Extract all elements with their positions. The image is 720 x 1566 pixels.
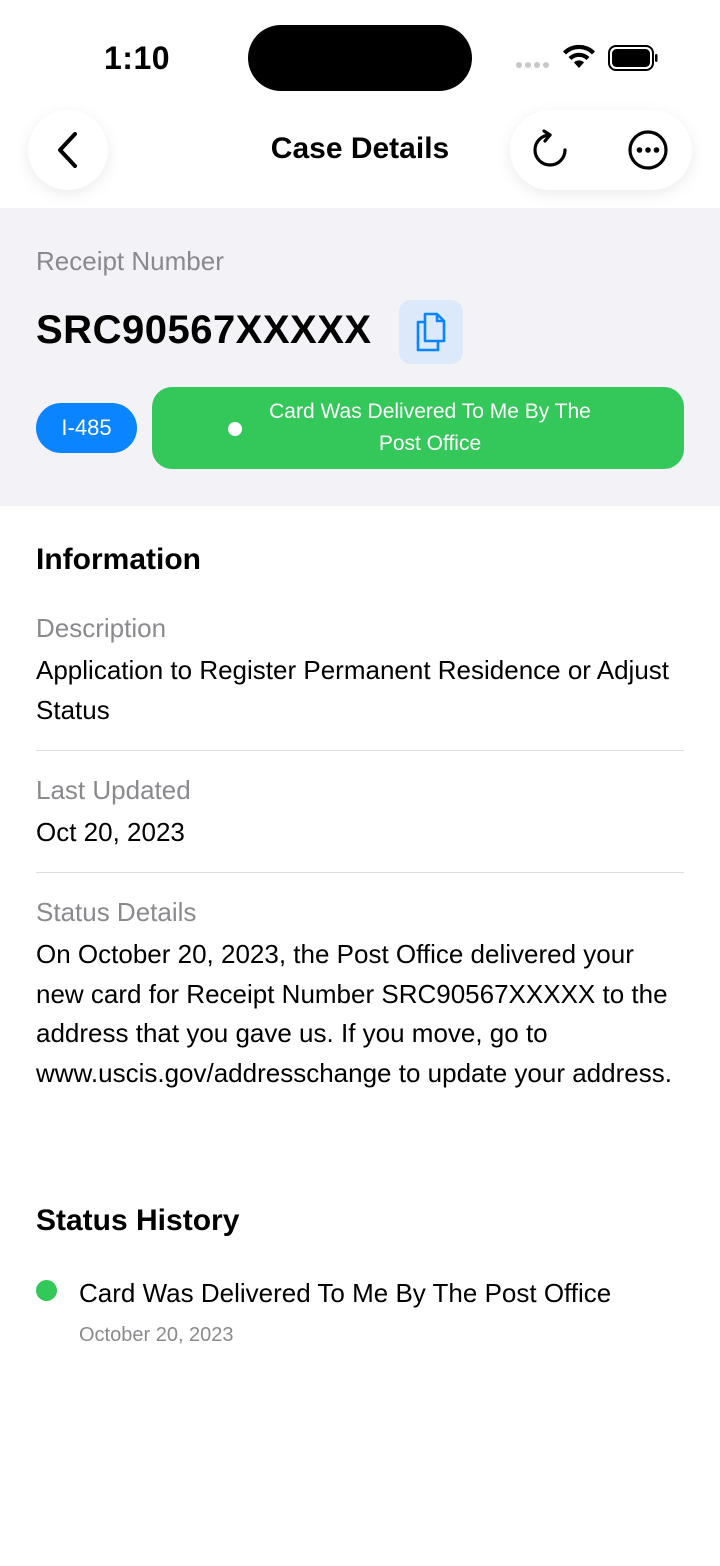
receipt-number-label: Receipt Number: [36, 246, 224, 276]
status-bar: 1:10: [0, 0, 720, 110]
receipt-number: SRC90567XXXXX: [36, 308, 372, 352]
list-item: Card Was Delivered To Me By The Post Off…: [36, 1278, 684, 1358]
description-label: Description: [36, 613, 167, 643]
more-button[interactable]: [626, 128, 670, 172]
refresh-icon: [533, 129, 567, 167]
battery-icon: [608, 45, 658, 71]
wifi-icon: [563, 44, 595, 68]
form-type-badge: I-485: [36, 403, 137, 453]
divider: [36, 750, 684, 751]
information-heading: Information: [36, 543, 201, 576]
status-history-heading: Status History: [36, 1204, 240, 1237]
status-dot-icon: [228, 422, 242, 436]
cellular-signal-icon: [516, 62, 549, 68]
refresh-button[interactable]: [528, 128, 572, 172]
status-dot-icon: [36, 1280, 57, 1301]
receipt-header: Receipt Number SRC90567XXXXX I-485 Card …: [0, 208, 720, 506]
divider: [36, 872, 684, 873]
nav-action-group: [510, 110, 692, 190]
last-updated-label: Last Updated: [36, 775, 191, 805]
status-details-label: Status Details: [36, 897, 197, 927]
status-badge: Card Was Delivered To Me By The Post Off…: [152, 387, 684, 469]
status-details-value: On October 20, 2023, the Post Office del…: [36, 939, 672, 1088]
status-badge-label: Card Was Delivered To Me By The Post Off…: [269, 400, 591, 455]
description-value: Application to Register Permanent Reside…: [36, 655, 670, 725]
copy-button[interactable]: [399, 300, 463, 364]
last-updated-value: Oct 20, 2023: [36, 817, 185, 847]
status-time: 1:10: [104, 40, 171, 76]
history-item-title: Card Was Delivered To Me By The Post Off…: [79, 1278, 612, 1308]
dynamic-island: [248, 25, 472, 91]
navigation-bar: Case Details: [0, 110, 720, 208]
ellipsis-circle-icon: [628, 130, 668, 170]
copy-icon: [416, 312, 446, 352]
history-item-date: October 20, 2023: [79, 1324, 234, 1346]
